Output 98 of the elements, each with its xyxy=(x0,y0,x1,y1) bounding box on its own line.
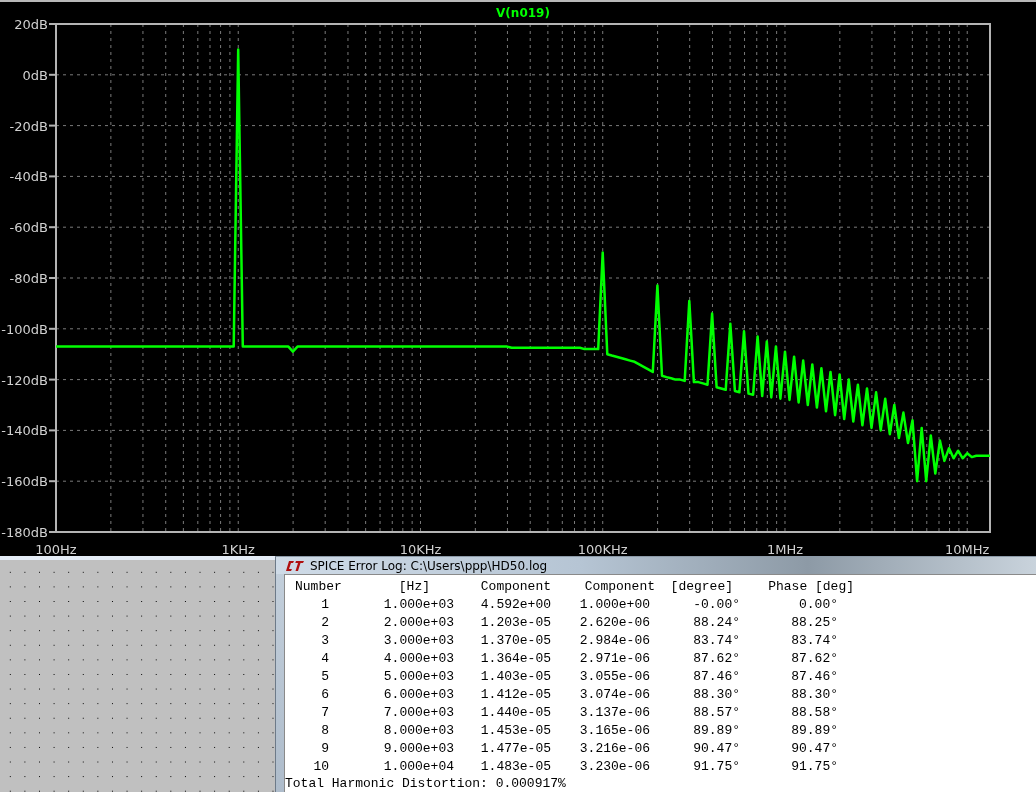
table-cell: 1.370e-05 xyxy=(480,633,551,649)
y-tick-label: -140dB xyxy=(1,423,48,439)
table-cell: 2.971e-06 xyxy=(579,651,650,667)
y-tick-label: 0dB xyxy=(22,67,57,83)
table-cell: -0.00° xyxy=(693,597,740,613)
table-cell: 8.000e+03 xyxy=(383,723,454,739)
column-header: Component xyxy=(584,579,655,595)
table-cell: 1.477e-05 xyxy=(480,741,551,757)
table-cell: 90.47° xyxy=(693,741,740,757)
y-tick-label: -100dB xyxy=(1,321,48,337)
table-cell: 3.230e-06 xyxy=(579,759,650,775)
y-tick-label: -160dB xyxy=(1,474,57,490)
table-cell: 88.57° xyxy=(693,705,740,721)
y-tick-label: -20dB xyxy=(9,118,57,134)
table-cell: 1.364e-05 xyxy=(480,651,551,667)
table-cell: 3.000e+03 xyxy=(383,633,454,649)
y-tick-label: -180dB xyxy=(1,525,57,540)
table-cell: 5 xyxy=(321,669,329,685)
column-header: Phase [deg] xyxy=(768,579,854,595)
table-cell: 88.30° xyxy=(693,687,740,703)
table-cell: 88.25° xyxy=(791,615,838,631)
y-tick-label: -40dB xyxy=(9,169,57,185)
table-cell: 87.46° xyxy=(791,669,838,685)
table-cell: 7 xyxy=(321,705,329,721)
distortion-summary: Total Harmonic Distortion: 0.000917% xyxy=(285,776,567,792)
table-cell: 7.000e+03 xyxy=(383,705,454,721)
y-tick-label: -180dB xyxy=(1,525,48,540)
y-tick-label: -140dB xyxy=(1,423,57,439)
table-cell: 83.74° xyxy=(693,633,740,649)
y-tick-label: -160dB xyxy=(1,474,48,490)
table-cell: 1.440e-05 xyxy=(480,705,551,721)
table-cell: 83.74° xyxy=(791,633,838,649)
table-cell: 3.055e-06 xyxy=(579,669,650,685)
y-tick-label: -80dB xyxy=(9,271,48,286)
table-cell: 3.074e-06 xyxy=(579,687,650,703)
table-cell: 1.000e+03 xyxy=(383,597,454,613)
x-tick-label: 10KHz xyxy=(399,542,442,554)
table-cell: 9.000e+03 xyxy=(383,741,454,757)
trace-name: V(n019) xyxy=(496,6,550,20)
table-cell: 10 xyxy=(313,759,329,775)
x-tick-label: 100Hz xyxy=(35,542,77,554)
column-header: Component xyxy=(480,579,551,595)
table-cell: 1.000e+04 xyxy=(383,759,454,775)
table-cell: 1 xyxy=(321,597,329,613)
table-cell: 4 xyxy=(321,651,329,667)
table-cell: 91.75° xyxy=(791,759,838,775)
x-tick-label: 1KHz xyxy=(221,542,255,554)
table-cell: 3.165e-06 xyxy=(579,723,650,739)
y-tick-label: -60dB xyxy=(9,220,57,236)
table-cell: 3 xyxy=(321,633,329,649)
y-tick-label: -20dB xyxy=(9,118,48,134)
y-tick-label: -120dB xyxy=(1,372,48,388)
y-tick-label: -100dB xyxy=(1,321,57,337)
logo-icon xyxy=(286,559,304,572)
window-title: SPICE Error Log: C:\Users\ppp\HD50.log xyxy=(310,558,548,573)
table-cell: 0.00° xyxy=(799,597,838,613)
y-tick-label: 0dB xyxy=(22,67,48,83)
y-tick-label: -40dB xyxy=(9,169,48,185)
table-cell: 90.47° xyxy=(791,741,838,757)
column-header: [degree] xyxy=(670,579,733,595)
table-cell: 3.137e-06 xyxy=(579,705,650,721)
table-cell: 9 xyxy=(321,741,329,757)
x-tick-label: 10MHz xyxy=(945,542,990,554)
column-header: [Hz] xyxy=(398,579,430,595)
y-tick-label: 20dB xyxy=(14,17,57,32)
table-cell: 2 xyxy=(321,615,329,631)
x-tick-label: 100KHz xyxy=(577,542,628,554)
table-cell: 1.203e-05 xyxy=(480,615,551,631)
table-cell: 1.000e+00 xyxy=(579,597,650,613)
y-tick-label: 20dB xyxy=(14,17,48,32)
table-cell: 88.30° xyxy=(791,687,838,703)
table-cell: 87.62° xyxy=(791,651,838,667)
table-cell: 89.89° xyxy=(693,723,740,739)
y-tick-label: -60dB xyxy=(9,220,48,236)
table-cell: 88.58° xyxy=(791,705,838,721)
table-cell: 4.592e+00 xyxy=(480,597,551,613)
table-cell: 87.62° xyxy=(693,651,740,667)
table-cell: 3.216e-06 xyxy=(579,741,650,757)
table-cell: 88.24° xyxy=(693,615,740,631)
table-cell: 1.453e-05 xyxy=(480,723,551,739)
table-cell: 8 xyxy=(321,723,329,739)
column-header: Number xyxy=(295,579,342,595)
table-cell: 2.984e-06 xyxy=(579,633,650,649)
table-cell: 6 xyxy=(321,687,329,703)
y-tick-label: -120dB xyxy=(1,372,57,388)
x-tick-label: 1MHz xyxy=(766,542,803,554)
table-cell: 1.403e-05 xyxy=(480,669,551,685)
table-cell: 6.000e+03 xyxy=(383,687,454,703)
table-cell: 2.620e-06 xyxy=(579,615,650,631)
table-cell: 91.75° xyxy=(693,759,740,775)
table-cell: 2.000e+03 xyxy=(383,615,454,631)
table-cell: 4.000e+03 xyxy=(383,651,454,667)
table-cell: 1.412e-05 xyxy=(480,687,551,703)
table-cell: 5.000e+03 xyxy=(383,669,454,685)
table-cell: 1.483e-05 xyxy=(480,759,551,775)
table-cell: 87.46° xyxy=(693,669,740,685)
y-tick-label: -80dB xyxy=(9,271,57,286)
table-cell: 89.89° xyxy=(791,723,838,739)
